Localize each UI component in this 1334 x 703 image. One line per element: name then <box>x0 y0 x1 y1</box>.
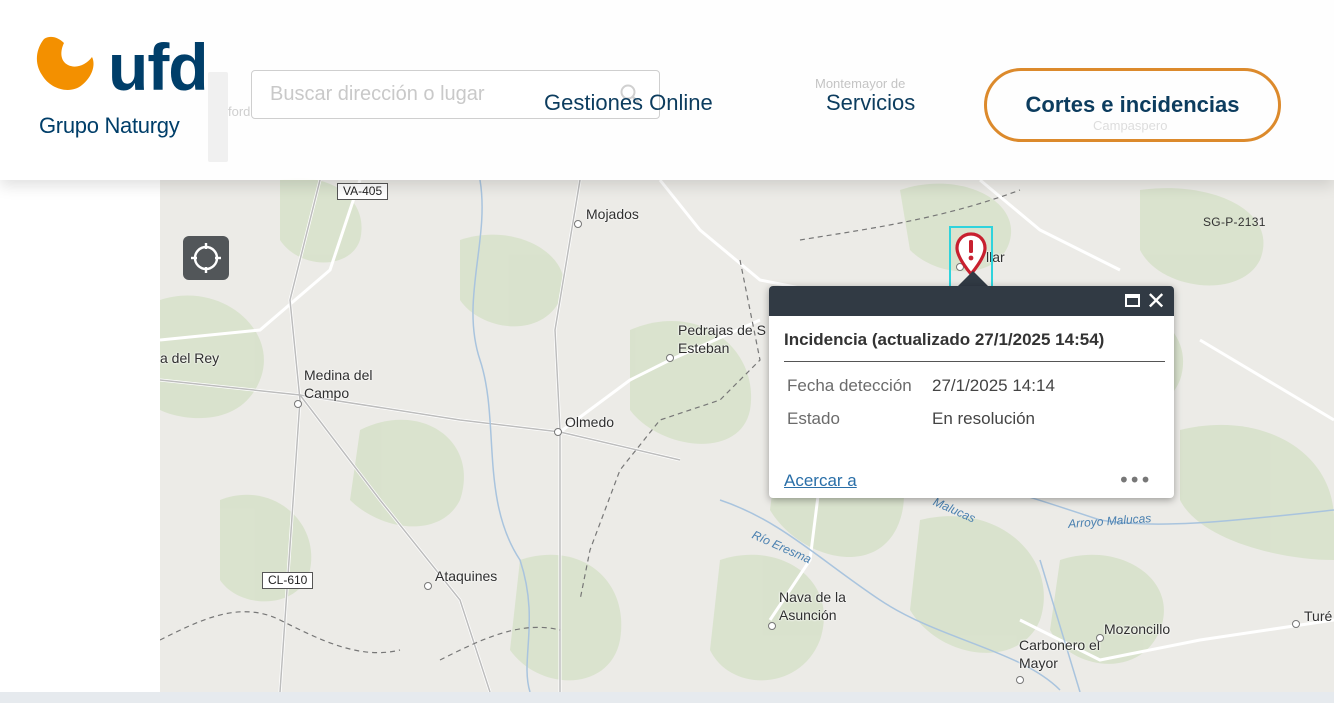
town-dot <box>424 582 432 590</box>
logo-wordmark: ufd <box>108 30 209 104</box>
town-label-pedrajas: Pedrajas de S Esteban <box>678 322 766 356</box>
popup-pointer <box>957 271 989 287</box>
road-label-sgp2131: SG-P-2131 <box>1203 215 1266 229</box>
town-label-rey: a del Rey <box>160 350 220 366</box>
popup-title: Incidencia (actualizado 27/1/2025 14:54) <box>784 330 1105 349</box>
field-label-estado: Estado <box>787 409 840 428</box>
road-shield-cl610: CL-610 <box>262 572 314 589</box>
town-label-nava: Nava de la Asunción <box>779 589 846 623</box>
nav-gestiones-online[interactable]: Gestiones Online <box>544 90 713 116</box>
nav-cortes-incidencias-button[interactable]: Cortes e incidencias <box>984 68 1281 142</box>
town-dot <box>1096 634 1104 642</box>
town-dot <box>768 622 776 630</box>
popup-divider <box>784 361 1165 362</box>
ghost-label: ford <box>228 104 251 119</box>
town-dot <box>574 220 582 228</box>
town-label-ture: Turé <box>1304 608 1333 624</box>
ghost-label: Montemayor de <box>815 76 906 91</box>
search-input[interactable]: Buscar dirección o lugar <box>270 83 485 106</box>
field-value-estado: En resolución <box>932 409 1036 428</box>
town-dot <box>294 400 302 408</box>
town-dot <box>554 428 562 436</box>
incident-popup: ✕ Incidencia (actualizado 27/1/2025 14:5… <box>769 286 1174 498</box>
field-label-fecha: Fecha detección <box>787 376 912 395</box>
logo-mark-icon <box>36 36 94 90</box>
town-label-medina: Medina del Campo <box>304 367 373 401</box>
more-options-button[interactable]: ••• <box>1118 470 1151 490</box>
town-dot <box>1016 676 1024 684</box>
popup-header: ✕ <box>769 286 1174 316</box>
close-icon[interactable]: ✕ <box>1144 288 1168 314</box>
logo-subtitle: Grupo Naturgy <box>39 113 180 138</box>
maximize-icon[interactable] <box>1125 294 1140 307</box>
town-dot <box>666 354 674 362</box>
brand-logo[interactable]: ufd Grupo Naturgy <box>30 30 230 148</box>
town-dot <box>1292 620 1300 628</box>
town-label-ataquines: Ataquines <box>435 568 498 584</box>
footer-strip <box>0 692 1334 703</box>
road-shield-va405: VA-405 <box>337 183 389 200</box>
site-header: Montemayor de Campaspero ford Buscar dir… <box>0 0 1334 180</box>
town-label-mojados: Mojados <box>586 206 639 222</box>
town-label-olmedo: Olmedo <box>565 414 615 430</box>
town-label-mozoncillo: Mozoncillo <box>1104 621 1171 637</box>
crosshair-icon <box>191 243 221 273</box>
nav-servicios[interactable]: Servicios <box>826 90 915 116</box>
town-label-carbonero: Carbonero el Mayor <box>1019 637 1100 671</box>
app-root: Mojados Pedrajas de S Esteban a del Rey … <box>0 0 1334 703</box>
locate-button[interactable] <box>183 236 229 280</box>
field-value-fecha: 27/1/2025 14:14 <box>932 376 1055 395</box>
zoom-to-link[interactable]: Acercar a <box>784 471 857 491</box>
